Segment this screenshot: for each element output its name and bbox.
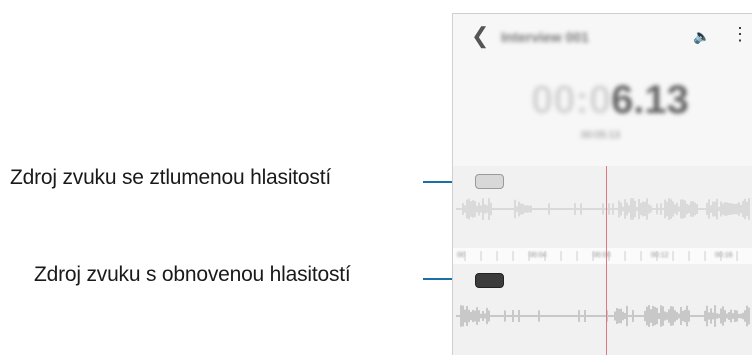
muted-source-callout: Zdroj zvuku se ztlumenou hlasitostí <box>10 166 331 189</box>
restored-track-toggle[interactable] <box>475 273 504 288</box>
voice-recorder-screen: ❮ Interview 001 🔈 ⋮ 00:06.13 00:05:13 00… <box>452 13 752 355</box>
restored-source-callout: Zdroj zvuku s obnovenou hlasitostí <box>34 263 351 286</box>
playhead-line[interactable] <box>606 166 607 355</box>
muted-track-toggle[interactable] <box>475 174 504 189</box>
